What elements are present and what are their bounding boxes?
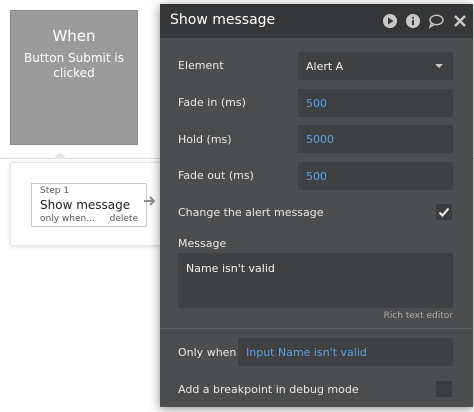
- panel-header: Show message: [160, 4, 473, 38]
- fade-out-input[interactable]: 500: [298, 162, 453, 190]
- close-icon[interactable]: [452, 13, 468, 29]
- step-name: Show message: [40, 198, 131, 212]
- breakpoint-checkbox[interactable]: [436, 381, 452, 397]
- element-dropdown[interactable]: Alert A: [298, 52, 453, 80]
- step-delete-link[interactable]: delete: [110, 214, 138, 224]
- step-only-when-link[interactable]: only when...: [40, 214, 95, 224]
- event-description: Button Submit is clicked: [24, 51, 124, 80]
- chevron-down-icon: [435, 64, 443, 68]
- only-when-input[interactable]: Input Name isn't valid: [238, 338, 453, 366]
- fade-out-label: Fade out (ms): [178, 169, 254, 182]
- fade-in-input[interactable]: 500: [298, 89, 453, 117]
- step-card[interactable]: Step 1 Show message only when... delete: [31, 183, 147, 227]
- element-label: Element: [178, 59, 224, 72]
- step-number: Step 1: [40, 186, 70, 196]
- event-card[interactable]: When Button Submit is clicked: [10, 10, 138, 145]
- only-when-value: Input Name isn't valid: [246, 346, 367, 359]
- hold-value: 5000: [306, 133, 334, 146]
- hold-label: Hold (ms): [178, 133, 232, 146]
- hold-input[interactable]: 5000: [298, 125, 453, 153]
- message-value: Name isn't valid: [186, 262, 275, 275]
- message-textarea[interactable]: Name isn't valid: [178, 253, 453, 308]
- comment-icon[interactable]: [428, 13, 444, 29]
- panel-divider: [160, 328, 473, 329]
- fade-in-label: Fade in (ms): [178, 96, 246, 109]
- panel-title: Show message: [170, 12, 276, 28]
- element-value: Alert A: [306, 60, 344, 73]
- event-title: When: [52, 27, 96, 45]
- checkmark-icon: [438, 207, 450, 217]
- event-pointer-icon: [53, 152, 67, 159]
- change-alert-label: Change the alert message: [178, 206, 324, 219]
- info-icon[interactable]: [405, 13, 421, 29]
- show-message-panel: Show message Element Alert A Fade in (ms…: [160, 4, 473, 407]
- arrow-right-icon: [144, 196, 156, 206]
- change-alert-checkbox[interactable]: [436, 204, 452, 220]
- message-label: Message: [178, 237, 227, 250]
- rich-text-editor-link[interactable]: Rich text editor: [384, 311, 453, 321]
- fade-in-value: 500: [306, 97, 327, 110]
- only-when-label: Only when: [178, 346, 237, 359]
- play-icon[interactable]: [382, 13, 398, 29]
- breakpoint-label: Add a breakpoint in debug mode: [178, 383, 359, 396]
- fade-out-value: 500: [306, 170, 327, 183]
